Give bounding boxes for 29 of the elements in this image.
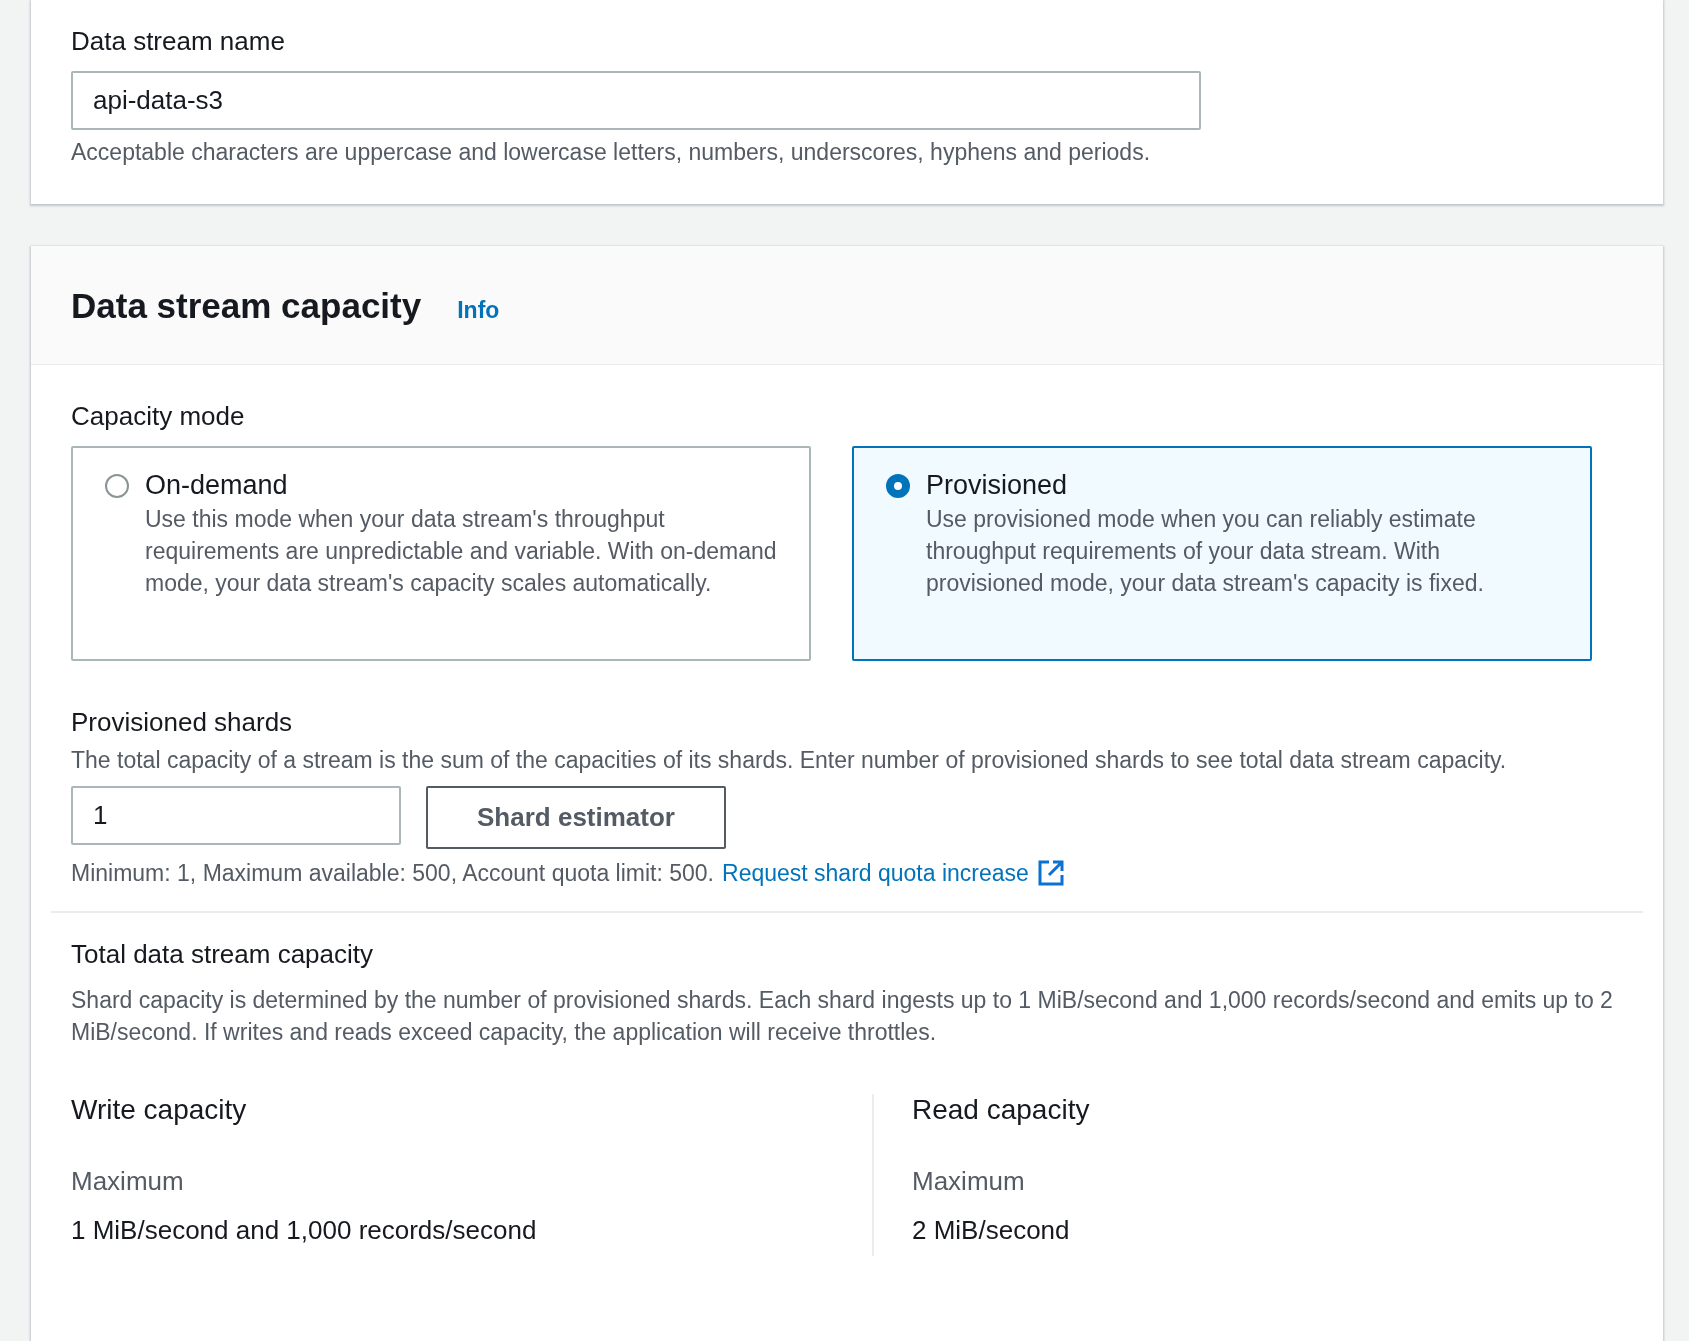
option-description: Use this mode when your data stream's throughput requirements are unpredictable and variable. With on-demand mode, your data stream's capacity scales automatically. xyxy=(145,505,778,598)
option-title: Provisioned xyxy=(926,470,1069,501)
constraint-text: Minimum: 1, Maximum available: 500, Account quota limit: 500. xyxy=(71,859,714,888)
quota-increase-link[interactable]: Request shard quota increase xyxy=(722,857,1029,889)
mode-option-tile[interactable]: On-demand Use this mode when your data stream's throughput requirements are unpredictable and variable. With on-demand mode, your data stream's capacity scales automatically. xyxy=(71,446,811,661)
external-link-icon xyxy=(1036,859,1065,887)
info-link[interactable]: Info xyxy=(457,297,500,324)
field-description: The total capacity of a stream is the sum of the capacities of its shards. Enter number of provisioned shards to see total data stream capacity. xyxy=(71,746,1508,775)
column-title: Write capacity xyxy=(71,1094,248,1126)
section-title: Data stream capacity xyxy=(71,286,422,326)
radio-button[interactable] xyxy=(886,474,910,498)
option-title: On-demand xyxy=(145,470,289,501)
shard-estimator-button[interactable]: Shard estimator xyxy=(426,786,726,849)
field-label: Capacity mode xyxy=(71,401,246,432)
radio-button[interactable] xyxy=(105,474,129,498)
field-label: Provisioned shards xyxy=(71,707,294,738)
metric-label: Maximum xyxy=(71,1166,185,1197)
mode-option-tile[interactable]: Provisioned Use provisioned mode when you can reliably estimate throughput requirements of your data stream. With provisioned mode, your data stream's capacity is fixed. xyxy=(852,446,1592,661)
metric-value: 2 MiB/second xyxy=(912,1215,1071,1246)
option-description: Use provisioned mode when you can reliably estimate throughput requirements of your data stream. With provisioned mode, your data stream's capacity is fixed. xyxy=(926,505,1485,598)
metric-label: Maximum xyxy=(912,1166,1026,1197)
stream-name-input[interactable]: api-data-s3 xyxy=(71,71,1201,130)
column-title: Read capacity xyxy=(912,1094,1091,1126)
shards-input[interactable]: 1 xyxy=(71,786,401,845)
field-label: Data stream name xyxy=(71,26,286,57)
field-label: Total data stream capacity xyxy=(71,939,375,970)
field-hint: Acceptable characters are uppercase and lowercase letters, numbers, underscores, hyphens and periods. xyxy=(71,138,1152,167)
metric-value: 1 MiB/second and 1,000 records/second xyxy=(71,1215,538,1246)
field-description: Shard capacity is determined by the number of provisioned shards. Each shard ingests up to 1 MiB/second and 1,000 records/second and emits up to 2 MiB/second. If writes and reads exceed capacity, the application will receive throttles. xyxy=(71,986,1614,1047)
